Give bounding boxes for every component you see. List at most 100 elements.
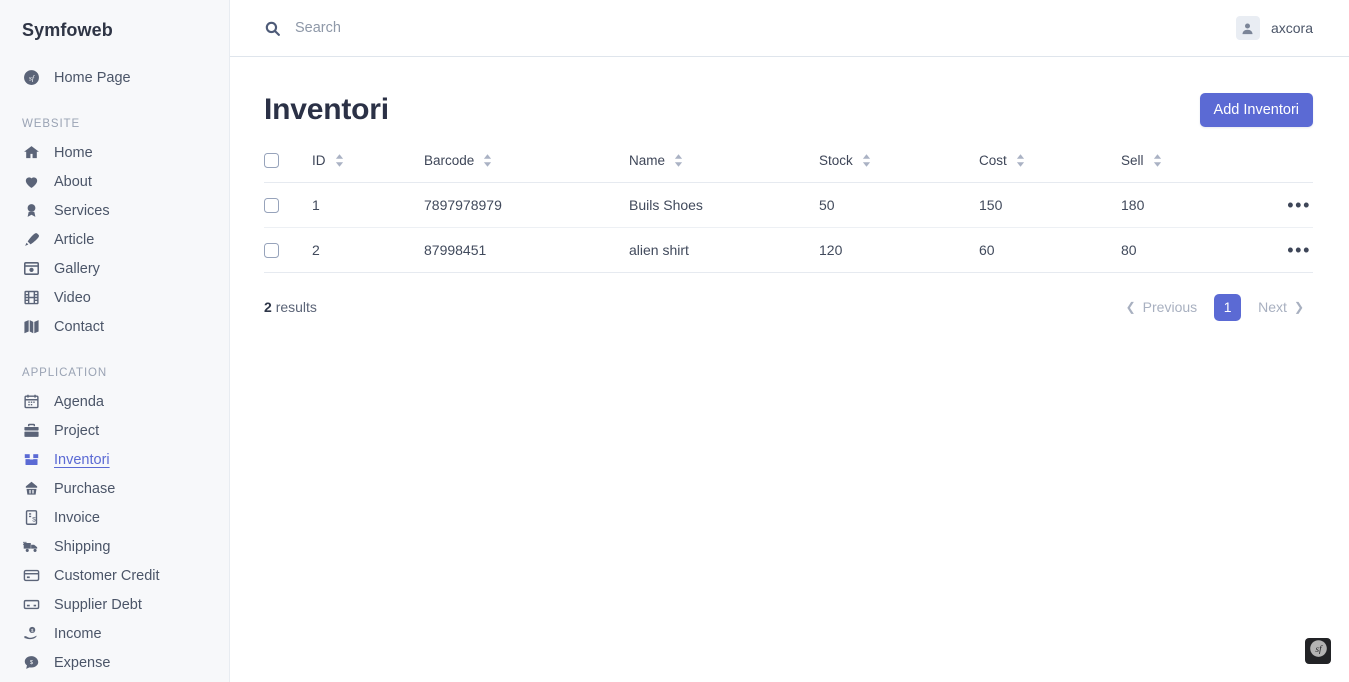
sidebar-item-label: Supplier Debt (54, 596, 142, 613)
top-bar: axcora (230, 0, 1349, 57)
main-area: axcora Inventori Add Inventori ID (230, 0, 1349, 682)
user-menu[interactable]: axcora (1235, 16, 1313, 40)
sort-icon[interactable] (1153, 154, 1162, 167)
heart-icon (22, 173, 40, 191)
row-checkbox[interactable] (264, 242, 279, 258)
column-header-sell[interactable]: Sell (1121, 153, 1261, 183)
search-icon (264, 20, 281, 37)
sidebar-item-label: Income (54, 625, 102, 642)
brand-title: Symfoweb (22, 20, 113, 40)
table-body: 1 7897978979 Buils Shoes 50 150 180 ••• (264, 182, 1313, 273)
symfony-logo-icon: sf (1309, 639, 1328, 663)
pagination-next-label: Next (1258, 299, 1287, 315)
column-label: Barcode (424, 153, 475, 168)
column-header-name[interactable]: Name (629, 153, 819, 183)
symfony-debug-toolbar-button[interactable]: sf (1305, 638, 1331, 664)
sidebar-item-label: Home Page (54, 69, 131, 86)
sidebar-item-article[interactable]: Article (0, 225, 229, 254)
results-summary: 2 results (264, 299, 317, 315)
sidebar-item-income[interactable]: $ Income (0, 619, 229, 648)
sidebar-item-invoice[interactable]: $ Invoice (0, 503, 229, 532)
content-area: Inventori Add Inventori ID Barcode Name … (230, 57, 1349, 321)
cell-stock: 120 (819, 227, 979, 273)
cell-sell: 80 (1121, 227, 1261, 273)
card-icon (22, 596, 40, 614)
pen-icon (22, 231, 40, 249)
cell-actions: ••• (1261, 182, 1313, 228)
sidebar-item-contact[interactable]: Contact (0, 312, 229, 341)
pagination-page-1[interactable]: 1 (1214, 293, 1242, 321)
cell-barcode: 87998451 (424, 227, 629, 273)
cell-actions: ••• (1261, 227, 1313, 273)
sidebar-group-application: APPLICATION Agenda Project Inventori Pur… (0, 367, 229, 677)
sort-icon[interactable] (862, 154, 871, 167)
box-icon (22, 451, 40, 469)
briefcase-icon (22, 422, 40, 440)
row-checkbox[interactable] (264, 197, 279, 213)
sidebar-item-about[interactable]: About (0, 167, 229, 196)
row-select-cell (264, 182, 312, 228)
column-label: ID (312, 153, 326, 168)
pagination-next[interactable]: Next ❯ (1249, 293, 1313, 321)
cell-sell: 180 (1121, 182, 1261, 228)
cell-id: 2 (312, 227, 424, 273)
sort-icon[interactable] (335, 154, 344, 167)
sidebar-item-label: Gallery (54, 260, 100, 277)
sidebar-item-label: About (54, 173, 92, 190)
truck-icon (22, 538, 40, 556)
sidebar-item-label: Home (54, 144, 93, 161)
column-label: Stock (819, 153, 853, 168)
user-name: axcora (1270, 20, 1313, 36)
row-actions-menu-icon[interactable]: ••• (1287, 241, 1313, 259)
award-icon (22, 202, 40, 220)
cell-barcode: 7897978979 (424, 182, 629, 228)
sidebar-item-home[interactable]: Home (0, 138, 229, 167)
sidebar-item-supplier-debt[interactable]: Supplier Debt (0, 590, 229, 619)
chevron-left-icon: ❮ (1125, 300, 1136, 314)
pagination-previous[interactable]: ❮ Previous (1117, 293, 1207, 321)
sidebar-item-purchase[interactable]: Purchase (0, 474, 229, 503)
cell-name: Buils Shoes (629, 182, 819, 228)
sidebar-item-agenda[interactable]: Agenda (0, 387, 229, 416)
column-header-cost[interactable]: Cost (979, 153, 1121, 183)
sidebar-item-services[interactable]: Services (0, 196, 229, 225)
search-box[interactable] (264, 20, 655, 37)
column-label: Sell (1121, 153, 1144, 168)
sidebar-item-gallery[interactable]: Gallery (0, 254, 229, 283)
sidebar-item-inventori[interactable]: Inventori (0, 445, 229, 474)
sidebar-item-shipping[interactable]: Shipping (0, 532, 229, 561)
sidebar-item-label: Contact (54, 318, 104, 335)
sort-icon[interactable] (1016, 154, 1025, 167)
column-header-barcode[interactable]: Barcode (424, 153, 629, 183)
sidebar-item-label: Invoice (54, 509, 100, 526)
sort-icon[interactable] (674, 154, 683, 167)
sidebar-item-video[interactable]: Video (0, 283, 229, 312)
sidebar-item-label: Services (54, 202, 110, 219)
table-header-row: ID Barcode Name Stock Cost Sell (264, 153, 1313, 183)
sidebar-item-project[interactable]: Project (0, 416, 229, 445)
sidebar-item-label: Shipping (54, 538, 111, 555)
image-icon (22, 260, 40, 278)
sidebar-group-title: APPLICATION (22, 367, 108, 379)
sidebar-top-nav: sf Home Page (0, 63, 229, 92)
cell-cost: 150 (979, 182, 1121, 228)
cell-stock: 50 (819, 182, 979, 228)
sidebar-item-home-page[interactable]: sf Home Page (0, 63, 229, 92)
column-header-stock[interactable]: Stock (819, 153, 979, 183)
row-select-cell (264, 227, 312, 273)
select-all-checkbox[interactable] (264, 153, 279, 168)
search-input[interactable] (295, 20, 655, 36)
add-inventori-button[interactable]: Add Inventori (1199, 93, 1313, 127)
cell-cost: 60 (979, 227, 1121, 273)
row-actions-menu-icon[interactable]: ••• (1287, 196, 1313, 214)
column-header-id[interactable]: ID (312, 153, 424, 183)
calendar-icon (22, 393, 40, 411)
column-label: Name (629, 153, 666, 168)
pagination-previous-label: Previous (1142, 299, 1198, 315)
user-avatar-icon (1235, 16, 1260, 40)
sidebar-item-expense[interactable]: $ Expense (0, 648, 229, 677)
sidebar-item-customer-credit[interactable]: Customer Credit (0, 561, 229, 590)
sort-icon[interactable] (483, 154, 492, 167)
sidebar: Symfoweb sf Home Page WEBSITE Home About… (0, 0, 230, 682)
svg-text:$: $ (30, 628, 33, 633)
